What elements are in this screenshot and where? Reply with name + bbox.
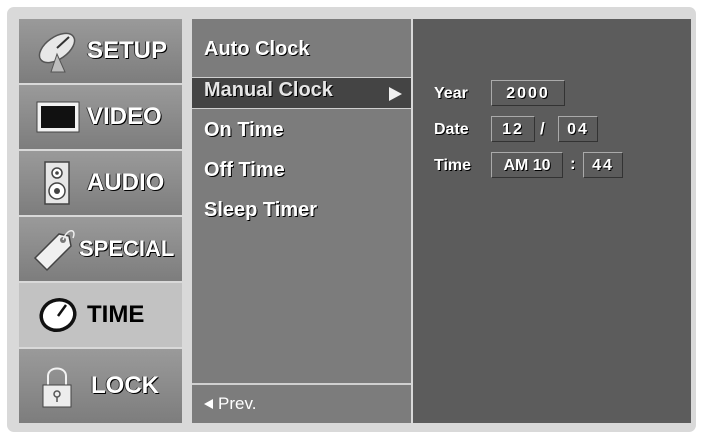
category-label: AUDIO xyxy=(87,169,165,196)
category-lock[interactable]: LOCK xyxy=(19,349,182,423)
day-field[interactable]: 04 xyxy=(558,116,598,142)
category-label: SPECIAL xyxy=(79,236,175,261)
menu-item-auto-clock[interactable]: Auto Clock xyxy=(204,34,310,64)
category-audio[interactable]: AUDIO xyxy=(19,151,182,217)
menu-item-sleep-timer[interactable]: Sleep Timer xyxy=(204,195,317,225)
category-setup[interactable]: SETUP xyxy=(19,19,182,85)
menu-item-manual-clock[interactable]: Manual Clock xyxy=(204,75,333,105)
time-label: Time xyxy=(434,157,472,174)
manual-clock-panel: Year 2000 Date 12 / 04 Time AM 10 : 44 xyxy=(411,19,691,423)
date-label: Date xyxy=(434,121,469,138)
category-label: VIDEO xyxy=(87,103,162,130)
year-field[interactable]: 2000 xyxy=(491,80,565,106)
minute-field[interactable]: 44 xyxy=(583,152,623,178)
time-menu: Auto Clock Manual Clock On Time Off Time… xyxy=(190,19,411,423)
date-separator: / xyxy=(540,119,545,138)
category-special[interactable]: SPECIAL xyxy=(19,217,182,283)
category-label: TIME xyxy=(87,301,145,328)
category-label: LOCK xyxy=(91,372,159,399)
menu-item-off-time[interactable]: Off Time xyxy=(204,155,285,185)
category-video[interactable]: VIDEO xyxy=(19,85,182,151)
satellite-dish-icon xyxy=(33,28,83,74)
padlock-icon xyxy=(37,363,87,409)
menu-item-on-time[interactable]: On Time xyxy=(204,115,284,145)
hour-field[interactable]: AM 10 xyxy=(491,152,563,178)
prev-label: Prev. xyxy=(218,394,257,413)
tag-icon xyxy=(29,226,79,272)
category-time[interactable]: TIME xyxy=(19,283,182,349)
time-separator: : xyxy=(570,154,576,173)
category-label: SETUP xyxy=(87,37,168,64)
left-triangle-icon xyxy=(204,399,213,409)
submenu-arrow-icon xyxy=(389,87,402,101)
month-field[interactable]: 12 xyxy=(491,116,535,142)
year-label: Year xyxy=(434,85,468,102)
prev-button[interactable]: Prev. xyxy=(192,383,411,423)
speaker-icon xyxy=(33,160,83,206)
monitor-icon xyxy=(33,94,83,140)
clock-icon xyxy=(33,292,83,338)
